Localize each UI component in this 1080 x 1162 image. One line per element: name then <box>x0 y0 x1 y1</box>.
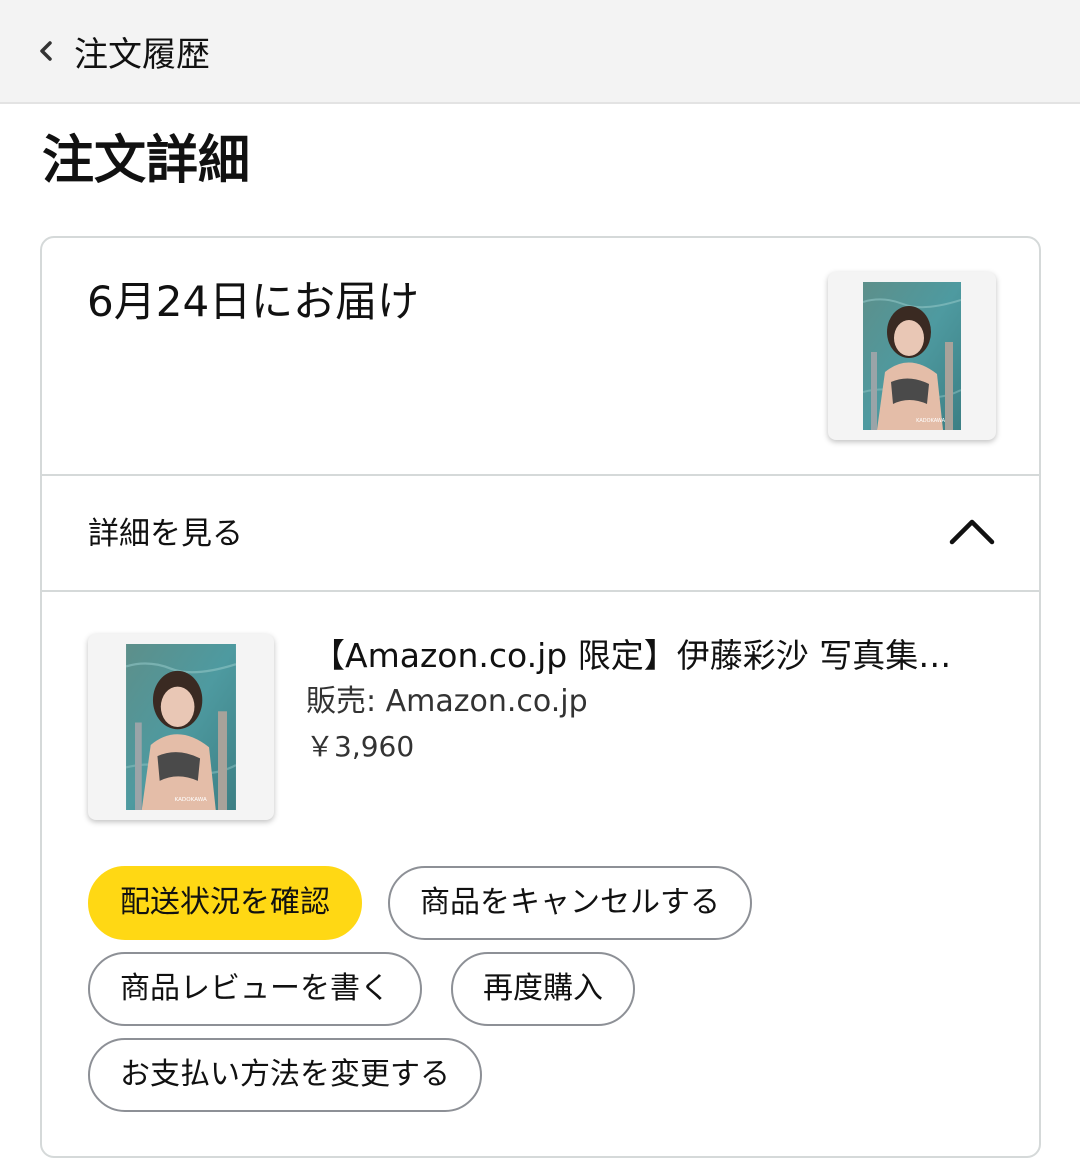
chevron-left-icon <box>40 41 52 61</box>
item-thumbnail[interactable]: KADOKAWA <box>88 634 274 820</box>
item-seller: 販売: Amazon.co.jp <box>306 684 588 719</box>
top-bar: 注文履歴 <box>0 0 1080 104</box>
details-label: 詳細を見る <box>88 516 243 552</box>
back-button[interactable]: 注文履歴 <box>34 27 210 76</box>
page-title: 注文詳細 <box>42 131 251 191</box>
buy-again-button[interactable]: 再度購入 <box>451 952 635 1026</box>
product-thumbnail[interactable]: KADOKAWA <box>828 272 996 440</box>
delivery-date: 6月24日にお届け <box>87 277 420 326</box>
chevron-up-icon <box>949 519 995 545</box>
track-package-button[interactable]: 配送状況を確認 <box>88 866 362 940</box>
delivery-section: 6月24日にお届け KADOKAWA <box>42 238 1039 476</box>
item-price: ￥3,960 <box>306 730 415 763</box>
item-cover-image: KADOKAWA <box>126 644 236 810</box>
change-payment-button[interactable]: お支払い方法を変更する <box>88 1038 482 1112</box>
cover-publisher-text: KADOKAWA <box>916 418 945 424</box>
item-cover-publisher-text: KADOKAWA <box>175 797 207 803</box>
item-title[interactable]: 【Amazon.co.jp 限定】伊藤彩沙 写真集… <box>312 632 972 680</box>
order-card: 6月24日にお届け KADOKAWA 詳細を見る KADOKAWA 【Amazo… <box>40 236 1041 1158</box>
details-toggle[interactable]: 詳細を見る <box>42 476 1039 592</box>
cancel-item-button[interactable]: 商品をキャンセルする <box>388 866 752 940</box>
write-review-button[interactable]: 商品レビューを書く <box>88 952 422 1026</box>
product-cover-image: KADOKAWA <box>863 282 961 430</box>
back-label: 注文履歴 <box>74 34 210 75</box>
